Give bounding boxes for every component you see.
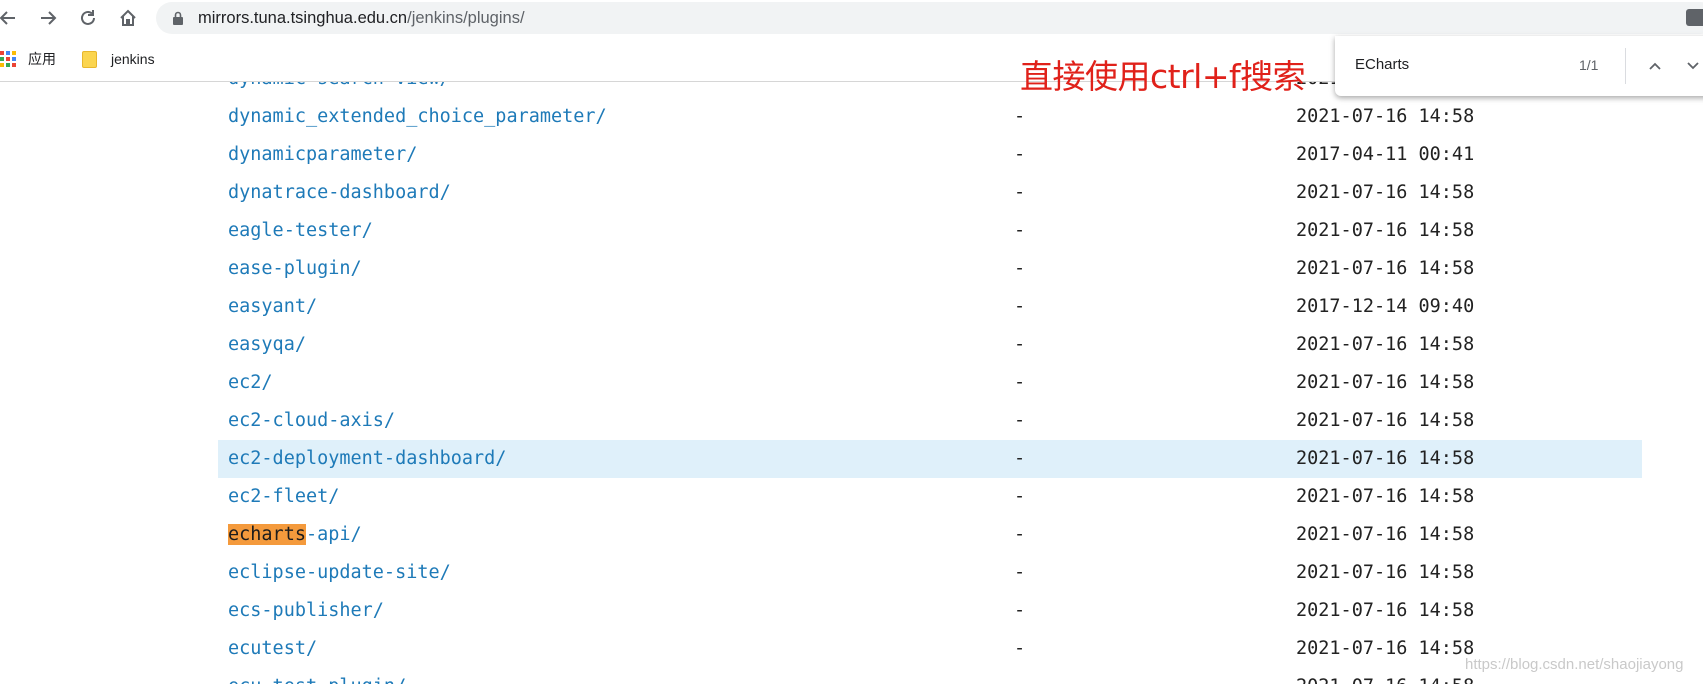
entry-link[interactable]: eagle-tester/ xyxy=(228,212,373,250)
entry-size: - xyxy=(1014,562,1026,583)
apps-label: 应用 xyxy=(28,51,56,67)
plugin-directory-listing: dynamic-search-view/ 2021-07-16 14:58 dy… xyxy=(0,60,1703,684)
entry-size: - xyxy=(1014,106,1026,127)
entry-size: - xyxy=(1014,410,1026,431)
list-item: ecs-publisher/ - 2021-07-16 14:58 xyxy=(218,592,1642,630)
entry-date: 2021-07-16 14:58 xyxy=(1296,638,1475,659)
watermark: https://blog.csdn.net/shaojiayong xyxy=(1465,656,1684,673)
find-previous-button[interactable] xyxy=(1645,56,1665,76)
entry-link[interactable]: dynatrace-dashboard/ xyxy=(228,174,451,212)
list-item: ec2-cloud-axis/ - 2021-07-16 14:58 xyxy=(218,402,1642,440)
jenkins-bookmark-folder[interactable]: jenkins xyxy=(82,48,155,70)
list-item: dynatrace-dashboard/ - 2021-07-16 14:58 xyxy=(218,174,1642,212)
entry-link[interactable]: ease-plugin/ xyxy=(228,250,362,288)
entry-date: 2021-07-16 14:58 xyxy=(1296,106,1475,127)
list-item: dynamicparameter/ - 2017-04-11 00:41 xyxy=(218,136,1642,174)
lock-icon[interactable] xyxy=(172,11,184,30)
entry-size: - xyxy=(1014,486,1026,507)
find-match-count: 1/1 xyxy=(1579,57,1599,73)
entry-size: - xyxy=(1014,182,1026,203)
reload-icon[interactable] xyxy=(74,4,102,32)
entry-link-rest: -api/ xyxy=(305,524,362,545)
entry-date: 2021-07-16 14:58 xyxy=(1296,524,1475,545)
entry-link[interactable]: dynamic_extended_choice_parameter/ xyxy=(228,98,607,136)
entry-link[interactable]: ec2-deployment-dashboard/ xyxy=(228,440,506,478)
list-item-partial-bottom: ecu-test-plugin/ 2021-07-16 14:58 xyxy=(218,668,1642,684)
entry-size: - xyxy=(1014,524,1026,545)
entry-link[interactable]: eclipse-update-site/ xyxy=(228,554,451,592)
chevron-down-icon xyxy=(1687,62,1699,70)
entry-size: - xyxy=(1014,144,1026,165)
entry-date: 2021-07-16 14:58 xyxy=(1296,182,1475,203)
entry-link[interactable]: ecu-test-plugin/ xyxy=(228,668,406,684)
find-match-highlight: echarts xyxy=(228,524,306,545)
entry-date: 2017-12-14 09:40 xyxy=(1296,296,1475,317)
entry-date: 2021-07-16 14:58 xyxy=(1296,334,1475,355)
entry-date: 2021-07-16 14:58 xyxy=(1296,220,1475,241)
list-item: ecutest/ - 2021-07-16 14:58 xyxy=(218,630,1642,668)
entry-link[interactable]: dynamicparameter/ xyxy=(228,136,417,174)
entry-size: - xyxy=(1014,448,1026,469)
entry-date: 2017-04-11 00:41 xyxy=(1296,144,1475,165)
url-host: mirrors.tuna.tsinghua.edu.cn xyxy=(198,9,408,27)
browser-toolbar: mirrors.tuna.tsinghua.edu.cn/jenkins/plu… xyxy=(0,0,1703,36)
entry-date: 2021-07-16 14:58 xyxy=(1296,562,1475,583)
list-item: easyqa/ - 2021-07-16 14:58 xyxy=(218,326,1642,364)
entry-link[interactable]: ecs-publisher/ xyxy=(228,592,384,630)
list-item: easyant/ - 2017-12-14 09:40 xyxy=(218,288,1642,326)
entry-date: 2021-07-16 14:58 xyxy=(1296,372,1475,393)
entry-link[interactable]: ec2/ xyxy=(228,364,273,402)
find-next-button[interactable] xyxy=(1683,56,1703,76)
url-text: mirrors.tuna.tsinghua.edu.cn/jenkins/plu… xyxy=(198,9,525,27)
find-in-page-bar: ECharts 1/1 xyxy=(1335,36,1703,96)
chevron-up-icon xyxy=(1649,62,1661,70)
entry-date: 2021-07-16 14:58 xyxy=(1296,668,1474,684)
entry-size: - xyxy=(1014,220,1026,241)
entry-size: - xyxy=(1014,600,1026,621)
list-item-search-match: echarts-api/ - 2021-07-16 14:58 xyxy=(218,516,1642,554)
entry-date: 2021-07-16 14:58 xyxy=(1296,258,1475,279)
url-path: /jenkins/plugins/ xyxy=(407,9,525,27)
list-item: ec2-fleet/ - 2021-07-16 14:58 xyxy=(218,478,1642,516)
list-item-hovered: ec2-deployment-dashboard/ - 2021-07-16 1… xyxy=(218,440,1642,478)
entry-size: - xyxy=(1014,296,1026,317)
find-divider xyxy=(1625,48,1626,84)
list-item: dynamic_extended_choice_parameter/ - 202… xyxy=(218,98,1642,136)
entry-date: 2021-07-16 14:58 xyxy=(1296,410,1475,431)
entry-link[interactable]: echarts-api/ xyxy=(228,516,362,554)
folder-icon xyxy=(82,50,97,68)
list-item: ease-plugin/ - 2021-07-16 14:58 xyxy=(218,250,1642,288)
entry-size: - xyxy=(1014,258,1026,279)
find-input[interactable]: ECharts xyxy=(1355,56,1409,73)
apps-bookmark[interactable]: 应用 xyxy=(0,48,56,70)
annotation-text: 直接使用ctrl+f搜索 xyxy=(1020,57,1306,96)
address-bar[interactable]: mirrors.tuna.tsinghua.edu.cn/jenkins/plu… xyxy=(156,2,1703,34)
entry-size: - xyxy=(1014,638,1026,659)
entry-link[interactable]: ec2-cloud-axis/ xyxy=(228,402,395,440)
entry-size: - xyxy=(1014,334,1026,355)
folder-label: jenkins xyxy=(111,51,155,67)
entry-date: 2021-07-16 14:58 xyxy=(1296,486,1475,507)
entry-date: 2021-07-16 14:58 xyxy=(1296,448,1475,469)
back-arrow-icon[interactable] xyxy=(0,4,22,32)
entry-size: - xyxy=(1014,372,1026,393)
home-icon[interactable] xyxy=(114,4,142,32)
entry-link[interactable]: ecutest/ xyxy=(228,630,317,668)
entry-link[interactable]: easyqa/ xyxy=(228,326,306,364)
apps-grid-icon xyxy=(0,51,16,67)
entry-date: 2021-07-16 14:58 xyxy=(1296,600,1475,621)
forward-arrow-icon[interactable] xyxy=(34,4,62,32)
list-item: eagle-tester/ - 2021-07-16 14:58 xyxy=(218,212,1642,250)
list-item: eclipse-update-site/ - 2021-07-16 14:58 xyxy=(218,554,1642,592)
extension-icon[interactable] xyxy=(1686,9,1703,26)
entry-link[interactable]: easyant/ xyxy=(228,288,317,326)
entry-link[interactable]: ec2-fleet/ xyxy=(228,478,339,516)
list-item: ec2/ - 2021-07-16 14:58 xyxy=(218,364,1642,402)
